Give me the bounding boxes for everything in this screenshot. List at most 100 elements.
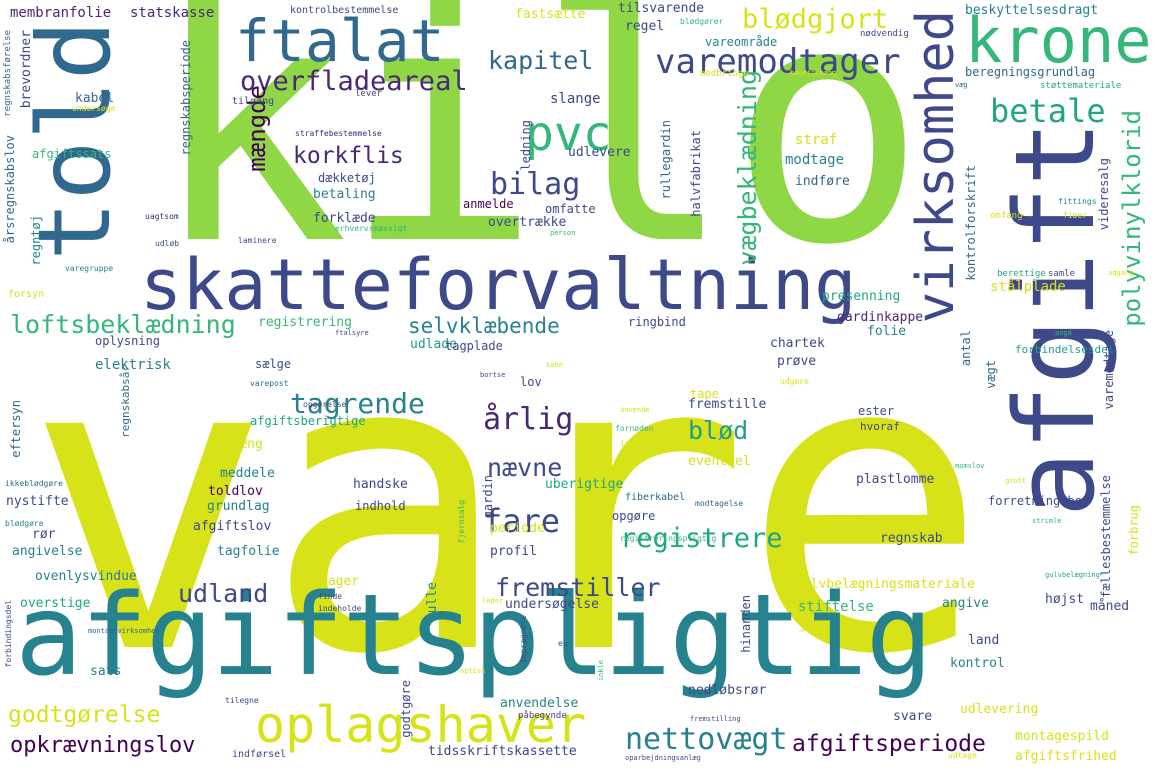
word-fittings: fittings (1058, 197, 1097, 206)
word-eu: eu (558, 639, 568, 648)
word-deponi: deponi (378, 417, 407, 426)
word-undersogelse: undersøgelse (505, 597, 599, 612)
word-chartek: chartek (770, 336, 825, 351)
word-selvklaebende: selvklæbende (408, 314, 560, 338)
word-omfang: omfang (990, 211, 1023, 221)
word-tagfolie: tagfolie (217, 544, 280, 559)
word-tidsskriftskassette: tidsskriftskassette (428, 744, 577, 759)
word-laminere: laminere (238, 236, 277, 245)
word-straf: straf (795, 132, 838, 148)
word-groft: groft (1005, 477, 1027, 485)
word-membranfolie: membranfolie (10, 5, 112, 21)
word-betale: betale (990, 92, 1106, 130)
word-bortse: bortse (480, 371, 506, 379)
word-prove: prøve (777, 354, 817, 369)
word-regntoj: regntøj (29, 215, 43, 266)
word-fastsaette: fastsætte (515, 7, 586, 22)
word-dakketoj: dækketøj (318, 171, 376, 185)
word-uagtsom: uagtsom (145, 212, 179, 221)
word-berettige: berettige (997, 269, 1046, 279)
word-forretningsbog: forretningsbog (988, 494, 1090, 508)
word-eftersyn: eftersyn (9, 400, 23, 458)
word-virksomhed: virksomhed (906, 10, 966, 324)
word-rulle: rulle (425, 582, 440, 622)
word-arsregnskabslov: årsregnskabslov (3, 135, 17, 244)
word-momslov: momslov (955, 462, 985, 470)
word-bodeforhang: bødeforhæng (790, 69, 837, 77)
word-erhvervsmassigt: erhvervsmæssigt (335, 224, 408, 233)
word-varemodtager: varemodtager (655, 42, 901, 82)
word-brevordner: brevordner (19, 30, 34, 109)
word-lov: lov (520, 375, 542, 389)
word-folie: folie (867, 324, 907, 339)
word-forhaeng: forhæng (208, 437, 263, 452)
word-anga: angå (1055, 329, 1072, 337)
word-udlevering: udlevering (960, 702, 1039, 717)
word-land: land (968, 633, 1000, 648)
word-stiftelse: stiftelse (798, 599, 874, 615)
word-indhold: indhold (355, 499, 406, 513)
word-rullegardin: rullegardin (659, 120, 673, 200)
word-registreringspligtig: registreringspligtig (620, 534, 717, 543)
word-slange: slange (550, 91, 601, 107)
word-afgiftslov: afgiftslov (193, 519, 272, 534)
word-kontrol: kontrol (950, 656, 1005, 671)
word-hvoraf: hvoraf (860, 420, 900, 433)
word-undersoge: undersøge (72, 104, 116, 113)
word-regnskabsperiode: regnskabsperiode (179, 40, 193, 156)
word-varepost: varepost (250, 379, 289, 388)
word-tilgang: tilgang (232, 96, 275, 107)
word-strimle: strimle (1032, 517, 1062, 525)
word-ubegrttige: uberigtige (545, 477, 624, 492)
word-presenning: presenning (822, 289, 901, 304)
word-fornoeden: fornøden (615, 424, 654, 433)
word-anmelde: anmelde (463, 197, 514, 211)
word-meddele: meddele (220, 466, 275, 481)
word-ikkeblodgore: ikkeblødgøre (5, 479, 63, 488)
word-udtage: udtage (948, 751, 977, 760)
word-afgiftssats: afgiftssats (32, 147, 112, 161)
word-opgorelse: opgørelse (303, 400, 347, 409)
word-betaling: betaling (313, 187, 376, 202)
word-opgore: opgøre (612, 509, 656, 523)
word-modtage: modtage (785, 152, 845, 168)
word-anvende: anvende (620, 406, 650, 414)
word-regel: regel (625, 19, 665, 34)
word-samle: samle (1048, 269, 1076, 279)
word-anvendelse: anvendelse (500, 696, 579, 711)
word-straffebestemmelse: straffebestemmelse (295, 129, 382, 138)
word-varemodtage: varemodtage (1102, 330, 1116, 410)
word-godtgorelse: godtgørelse (8, 702, 161, 728)
word-angive: angive (942, 596, 989, 611)
word-forbrug: forbrug (1127, 505, 1141, 556)
word-indeholde: indeholde (318, 604, 362, 613)
word-fremstilling: fremstilling (690, 715, 741, 723)
word-gulvbelaegning: gulvbelægning (1045, 571, 1100, 579)
word-plastlomme: plastlomme (856, 472, 935, 487)
word-ledning: ledning (519, 120, 533, 171)
word-vaegt: vægt (984, 360, 998, 389)
word-bilag: bilag (490, 167, 581, 202)
word-faltsyre: ftalsyre (335, 329, 369, 337)
word-isolere: isolere (620, 439, 654, 448)
word-gardin: gardin (481, 475, 495, 519)
word-lager: lager (320, 574, 360, 589)
word-vaeg: væg (955, 81, 968, 89)
word-godtgore: godtgøre (399, 680, 413, 738)
word-gulvbelaegningsmateriale: gulvbelægningsmateriale (795, 577, 976, 592)
word-indfore: indføre (795, 174, 850, 189)
word-forsyn: forsyn (8, 289, 45, 300)
word-eventuel: eventuel (688, 454, 751, 469)
word-kontrolforskrift: kontrolforskrift (964, 165, 978, 281)
word-omfatte: omfatte (545, 202, 596, 216)
word-regnskabsfoerelse: regnskabsførelse (3, 30, 13, 117)
word-overstige: overstige (20, 596, 91, 611)
word-grundlag: grundlag (207, 499, 270, 514)
word-tilsvarende: tilsvarende (618, 1, 705, 16)
word-udland: udland (178, 579, 269, 608)
word-hojst: højst (1045, 592, 1085, 607)
word-angivelse: angivelse (12, 544, 83, 559)
word-bade: bade (799, 615, 807, 632)
word-maaned: måned (1090, 599, 1130, 614)
word-kapitel: kapitel (488, 46, 594, 75)
